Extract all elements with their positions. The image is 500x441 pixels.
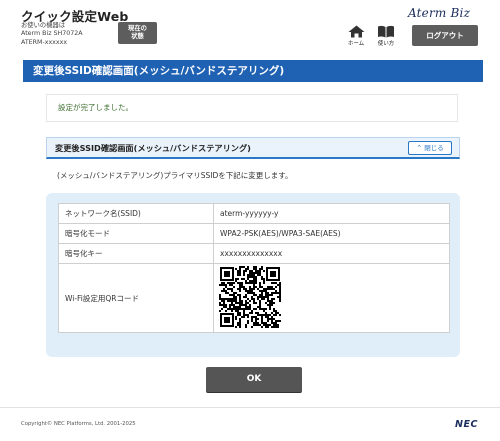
copyright: Copyright© NEC Platforms, Ltd. 2001-2025 [21,421,136,427]
home-nav-label: ホーム [347,41,365,47]
logout-button[interactable]: ログアウト [412,25,478,46]
header: クイック設定Web お使いの機器は Aterm Biz SH7072A ATER… [0,0,500,57]
wifi-qr-cell [213,263,450,333]
section-title: 変更後SSID確認画面(メッシュ/バンドステアリング) [55,143,251,153]
section-header: 変更後SSID確認画面(メッシュ/バンドステアリング) ⌃ 閉じる [46,137,460,159]
device-id: ATERM-xxxxxx [21,38,68,46]
home-icon [348,25,364,38]
encryption-key-value: xxxxxxxxxxxxxx [213,243,450,264]
book-icon [378,25,394,38]
status-button-line1: 現在の [128,25,147,32]
table-row: 暗号化モード WPA2-PSK(AES)/WPA3-SAE(AES) [58,223,450,244]
table-row: 暗号化キー xxxxxxxxxxxxxx [58,243,450,264]
current-status-button[interactable]: 現在の 状態 [118,22,157,44]
encryption-mode-value: WPA2-PSK(AES)/WPA3-SAE(AES) [213,223,450,244]
completion-notice: 設定が完了しました。 [46,94,458,122]
section-description: (メッシュ/バンドステアリング)プライマリSSIDを下記に変更します。 [57,171,293,180]
ssid-label: ネットワーク名(SSID) [58,203,214,224]
close-button[interactable]: ⌃ 閉じる [408,141,452,155]
device-info: お使いの機器は Aterm Biz SH7072A ATERM-xxxxxx [21,22,83,47]
device-model: Aterm Biz SH7072A [21,30,83,38]
info-table: ネットワーク名(SSID) aterm-yyyyyy-y 暗号化モード WPA2… [58,203,450,333]
aterm-biz-logo: Aterm Biz [408,6,471,20]
close-button-label: 閉じる [424,144,444,152]
page-title: 変更後SSID確認画面(メッシュ/バンドステアリング) [23,60,483,82]
home-nav[interactable]: ホーム [345,25,367,47]
chevron-up-icon: ⌃ [416,144,423,152]
table-row: ネットワーク名(SSID) aterm-yyyyyy-y [58,203,450,224]
table-row: Wi-Fi設定用QRコード [58,263,450,333]
encryption-mode-label: 暗号化モード [58,223,214,244]
ssid-value: aterm-yyyyyy-y [213,203,450,224]
nec-logo: NEC [455,419,478,430]
encryption-key-label: 暗号化キー [58,243,214,264]
help-nav[interactable]: 使い方 [375,25,397,47]
ok-button[interactable]: OK [206,367,302,392]
wifi-qr-label: Wi-Fi設定用QRコード [58,263,214,333]
device-caption: お使いの機器は [21,22,66,29]
help-nav-label: 使い方 [377,41,395,47]
qr-code-icon [219,266,281,328]
status-button-line2: 状態 [131,33,144,40]
footer-divider [0,407,500,408]
